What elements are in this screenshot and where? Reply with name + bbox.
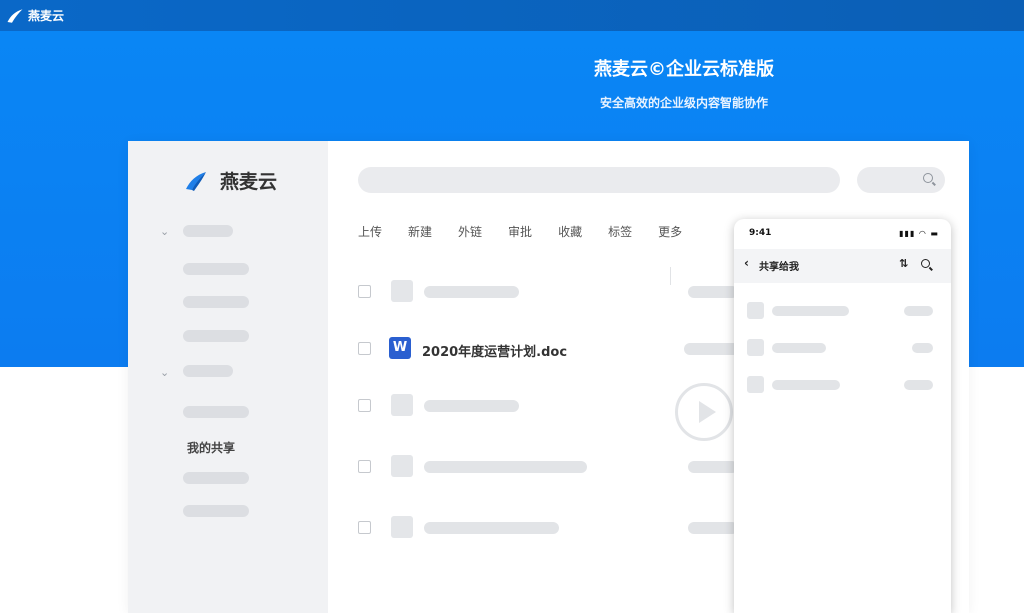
file-icon (747, 302, 764, 319)
topbar-brand[interactable]: 燕麦云 (28, 7, 64, 24)
hero-title: 燕麦云©企业云标准版 (594, 59, 774, 80)
back-arrow-icon[interactable]: ‹ (744, 256, 749, 270)
file-name[interactable]: 2020年度运营计划.doc (422, 341, 567, 360)
file-icon (747, 339, 764, 356)
sort-icon[interactable]: ⇅ (899, 257, 908, 270)
sidebar-item-placeholder[interactable] (183, 296, 249, 308)
phone-status-icons: ▮▮▮ ◠ ▬ (899, 229, 939, 238)
yanmaiyun-logo-icon (7, 8, 23, 23)
yanmaiyun-logo-icon (186, 171, 206, 191)
file-name-placeholder[interactable] (424, 400, 519, 412)
toolbar-new[interactable]: 新建 (408, 223, 432, 240)
sidebar: 燕麦云 ⌄ ⌄ 我的共享 (128, 141, 328, 613)
file-name-placeholder[interactable] (772, 306, 849, 316)
file-meta-placeholder (688, 461, 738, 473)
sidebar-group-placeholder[interactable] (183, 225, 233, 237)
column-divider (670, 267, 671, 285)
play-icon[interactable] (675, 383, 733, 441)
search-input[interactable] (358, 167, 840, 193)
phone-header: ‹ 共享给我 ⇅ (734, 249, 951, 283)
file-icon (747, 376, 764, 393)
file-meta-placeholder (904, 380, 933, 390)
phone-time: 9:41 (749, 228, 772, 238)
search-icon[interactable] (921, 259, 930, 268)
file-meta-placeholder (912, 343, 933, 353)
file-meta-placeholder (904, 306, 933, 316)
file-icon (391, 394, 413, 416)
sidebar-item-placeholder[interactable] (183, 472, 249, 484)
toolbar-approval[interactable]: 审批 (508, 223, 532, 240)
row-checkbox[interactable] (358, 399, 371, 412)
top-bar: 燕麦云 (0, 0, 1024, 31)
file-meta-placeholder (688, 522, 738, 534)
toolbar-more[interactable]: 更多 (658, 223, 682, 240)
toolbar-upload[interactable]: 上传 (358, 223, 382, 240)
sidebar-item-placeholder[interactable] (183, 505, 249, 517)
sidebar-item-my-shares[interactable]: 我的共享 (187, 439, 235, 456)
sidebar-brand-label: 燕麦云 (220, 171, 278, 193)
search-button[interactable] (857, 167, 945, 193)
file-name-placeholder[interactable] (424, 461, 587, 473)
file-meta-placeholder (684, 343, 739, 355)
row-checkbox[interactable] (358, 342, 371, 355)
sidebar-item-placeholder[interactable] (183, 330, 249, 342)
toolbar-tags[interactable]: 标签 (608, 223, 632, 240)
file-icon (391, 516, 413, 538)
sidebar-group-placeholder[interactable] (183, 365, 233, 377)
sidebar-item-placeholder[interactable] (183, 406, 249, 418)
file-icon (391, 280, 413, 302)
row-checkbox[interactable] (358, 460, 371, 473)
phone-title: 共享给我 (759, 262, 799, 273)
file-name-placeholder[interactable] (772, 343, 826, 353)
file-meta-placeholder (688, 286, 738, 298)
row-checkbox[interactable] (358, 285, 371, 298)
row-checkbox[interactable] (358, 521, 371, 534)
chevron-down-icon[interactable]: ⌄ (160, 225, 169, 238)
file-name-placeholder[interactable] (424, 286, 519, 298)
search-icon (923, 173, 933, 183)
hero-subtitle: 安全高效的企业级内容智能协作 (599, 96, 768, 110)
sidebar-item-placeholder[interactable] (183, 263, 249, 275)
toolbar-favorite[interactable]: 收藏 (558, 223, 582, 240)
chevron-down-icon[interactable]: ⌄ (160, 366, 169, 379)
toolbar-external-link[interactable]: 外链 (458, 223, 482, 240)
phone-mockup: 9:41 ▮▮▮ ◠ ▬ ‹ 共享给我 ⇅ (734, 219, 951, 613)
word-document-icon: W (389, 337, 411, 359)
toolbar: 上传 新建 外链 审批 收藏 标签 更多 (358, 223, 708, 240)
file-icon (391, 455, 413, 477)
file-name-placeholder[interactable] (772, 380, 840, 390)
file-name-placeholder[interactable] (424, 522, 559, 534)
sidebar-brand: 燕麦云 (184, 167, 277, 194)
